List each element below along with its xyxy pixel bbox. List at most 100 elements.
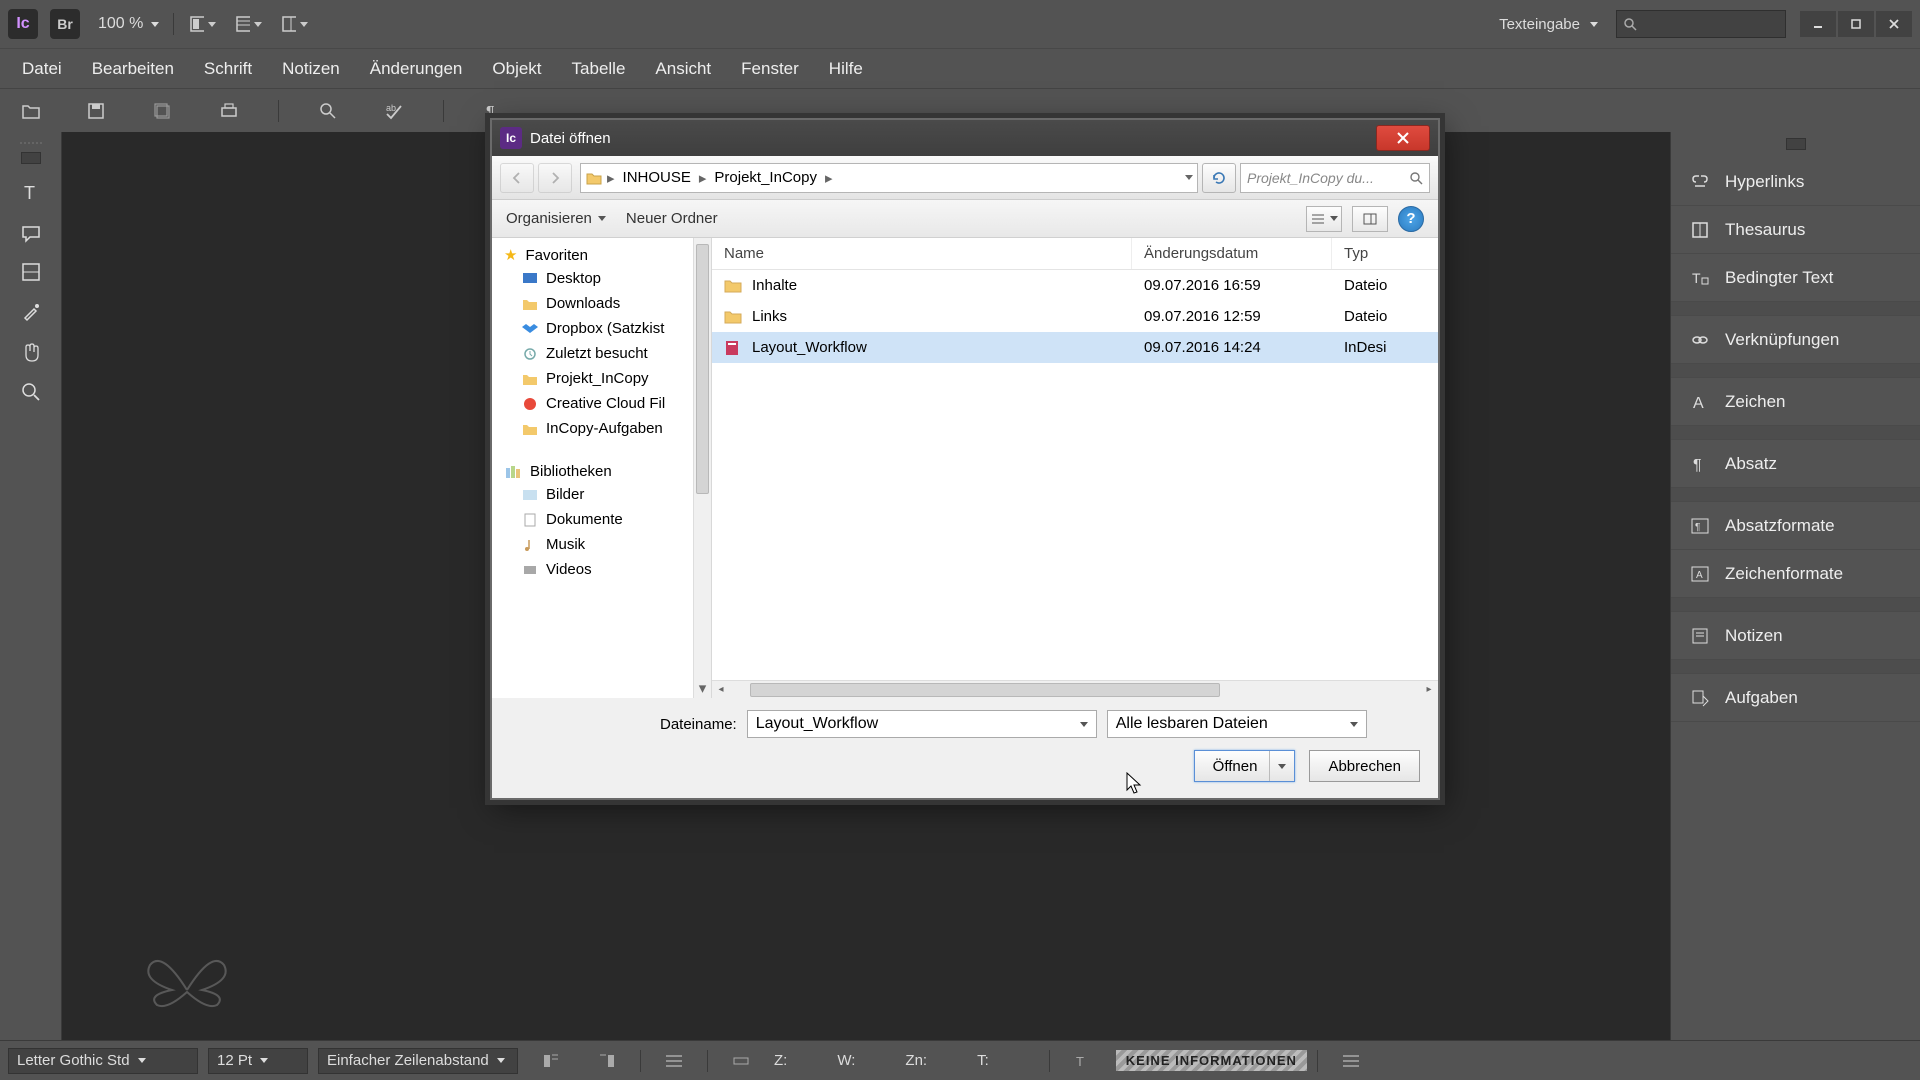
column-date[interactable]: Änderungsdatum [1132,238,1332,269]
panel-conditional-text[interactable]: TBedingter Text [1671,254,1920,302]
view-mode-button[interactable] [1306,206,1342,232]
sidebar-group-favorites[interactable]: ★Favoriten [492,238,711,266]
open-button-dropdown[interactable] [1269,751,1294,781]
panel-hyperlinks[interactable]: Hyperlinks [1671,158,1920,206]
panel-assignments[interactable]: Aufgaben [1671,674,1920,722]
view-mode-icon-3[interactable] [282,11,308,37]
menu-hilfe[interactable]: Hilfe [815,53,877,85]
menu-notizen[interactable]: Notizen [268,53,354,85]
hand-tool[interactable] [12,334,50,370]
zoom-select[interactable]: 100 % [98,15,159,33]
close-button[interactable] [1876,11,1912,37]
minimize-button[interactable] [1800,11,1836,37]
ruler-icon[interactable] [728,1048,754,1074]
menu-aenderungen[interactable]: Änderungen [356,53,477,85]
view-mode-icon-1[interactable] [190,11,216,37]
file-list-header[interactable]: Name Änderungsdatum Typ [712,238,1438,270]
workspace-select[interactable]: Texteingabe [1499,16,1598,33]
column-type[interactable]: Typ [1332,238,1438,269]
maximize-button[interactable] [1838,11,1874,37]
file-filter-select[interactable]: Alle lesbaren Dateien [1107,710,1367,738]
align-icon-1[interactable] [538,1048,564,1074]
menu-fenster[interactable]: Fenster [727,53,813,85]
open-button[interactable]: Öffnen [1194,750,1296,782]
sidebar-group-libraries[interactable]: Bibliotheken [492,455,711,482]
menu-schrift[interactable]: Schrift [190,53,266,85]
menu-icon-2[interactable] [1338,1048,1364,1074]
panel-toggle[interactable] [21,152,41,164]
find-icon[interactable] [315,98,341,124]
bridge-icon[interactable]: Br [50,9,80,39]
spacing-select[interactable]: Einfacher Zeilenabstand [318,1048,518,1074]
panel-notes[interactable]: Notizen [1671,612,1920,660]
panel-links[interactable]: Verknüpfungen [1671,316,1920,364]
sidebar-item-dropbox[interactable]: Dropbox (Satzkist [492,316,711,341]
panel-thesaurus[interactable]: Thesaurus [1671,206,1920,254]
type-tool[interactable]: T [12,174,50,210]
sidebar-item-downloads[interactable]: Downloads [492,291,711,316]
file-row[interactable]: Links 09.07.2016 12:59 Dateio [712,301,1438,332]
sidebar-item-videos[interactable]: Videos [492,557,711,582]
sidebar-item-incopy-tasks[interactable]: InCopy-Aufgaben [492,416,711,441]
panel-label: Zeichen [1725,392,1785,412]
info-icon[interactable]: T [1070,1048,1096,1074]
dialog-nav: ▸ INHOUSE ▸ Projekt_InCopy ▸ Projekt_InC… [492,156,1438,200]
zoom-tool[interactable] [12,374,50,410]
svg-text:¶: ¶ [1695,522,1700,533]
font-select[interactable]: Letter Gothic Std [8,1048,198,1074]
refresh-button[interactable] [1202,163,1236,193]
panel-character-styles[interactable]: AZeichenformate [1671,550,1920,598]
save-icon[interactable] [84,98,110,124]
sidebar-item-pictures[interactable]: Bilder [492,482,711,507]
save-all-icon[interactable] [150,98,176,124]
panel-paragraph[interactable]: ¶Absatz [1671,440,1920,488]
folder-search-input[interactable]: Projekt_InCopy du... [1240,163,1430,193]
menu-icon[interactable] [661,1048,687,1074]
eyedropper-tool[interactable] [12,294,50,330]
dialog-close-button[interactable] [1376,125,1430,151]
breadcrumb-segment[interactable]: INHOUSE [619,169,695,186]
help-button[interactable]: ? [1398,206,1424,232]
sidebar-item-cc-files[interactable]: Creative Cloud Fil [492,391,711,416]
panel-character[interactable]: AZeichen [1671,378,1920,426]
filename-input[interactable]: Layout_Workflow [747,710,1097,738]
horizontal-scrollbar[interactable]: ◂▸ [712,680,1438,698]
sidebar-item-desktop[interactable]: Desktop [492,266,711,291]
new-folder-button[interactable]: Neuer Ordner [626,210,718,227]
breadcrumb[interactable]: ▸ INHOUSE ▸ Projekt_InCopy ▸ [580,163,1198,193]
view-mode-icon-2[interactable] [236,11,262,37]
position-tool[interactable] [12,254,50,290]
note-tool[interactable] [12,214,50,250]
spellcheck-icon[interactable]: ab [381,98,407,124]
organize-button[interactable]: Organisieren [506,210,606,227]
breadcrumb-segment[interactable]: Projekt_InCopy [710,169,821,186]
sidebar-item-recent[interactable]: Zuletzt besucht [492,341,711,366]
chevron-down-icon[interactable] [1185,175,1193,180]
menu-bearbeiten[interactable]: Bearbeiten [78,53,188,85]
sidebar-item-projekt-incopy[interactable]: Projekt_InCopy [492,366,711,391]
align-icon-2[interactable] [594,1048,620,1074]
print-icon[interactable] [216,98,242,124]
dialog-titlebar[interactable]: Ic Datei öffnen [492,120,1438,156]
sidebar-item-documents[interactable]: Dokumente [492,507,711,532]
nav-back-button[interactable] [500,163,534,193]
menu-datei[interactable]: Datei [8,53,76,85]
menu-ansicht[interactable]: Ansicht [641,53,725,85]
size-select[interactable]: 12 Pt [208,1048,308,1074]
sidebar-item-music[interactable]: Musik [492,532,711,557]
file-row-selected[interactable]: Layout_Workflow 09.07.2016 14:24 InDesi [712,332,1438,363]
menu-tabelle[interactable]: Tabelle [558,53,640,85]
nav-forward-button[interactable] [538,163,572,193]
libraries-icon [504,464,522,480]
file-row[interactable]: Inhalte 09.07.2016 16:59 Dateio [712,270,1438,301]
panel-paragraph-styles[interactable]: ¶Absatzformate [1671,502,1920,550]
menu-objekt[interactable]: Objekt [478,53,555,85]
search-input[interactable] [1616,10,1786,38]
cancel-button[interactable]: Abbrechen [1309,750,1420,782]
open-icon[interactable] [18,98,44,124]
column-name[interactable]: Name [712,238,1132,269]
preview-pane-button[interactable] [1352,206,1388,232]
sidebar-scrollbar[interactable]: ▾ [693,238,711,698]
panel-toggle-right[interactable] [1786,138,1806,150]
videos-icon [522,563,538,577]
